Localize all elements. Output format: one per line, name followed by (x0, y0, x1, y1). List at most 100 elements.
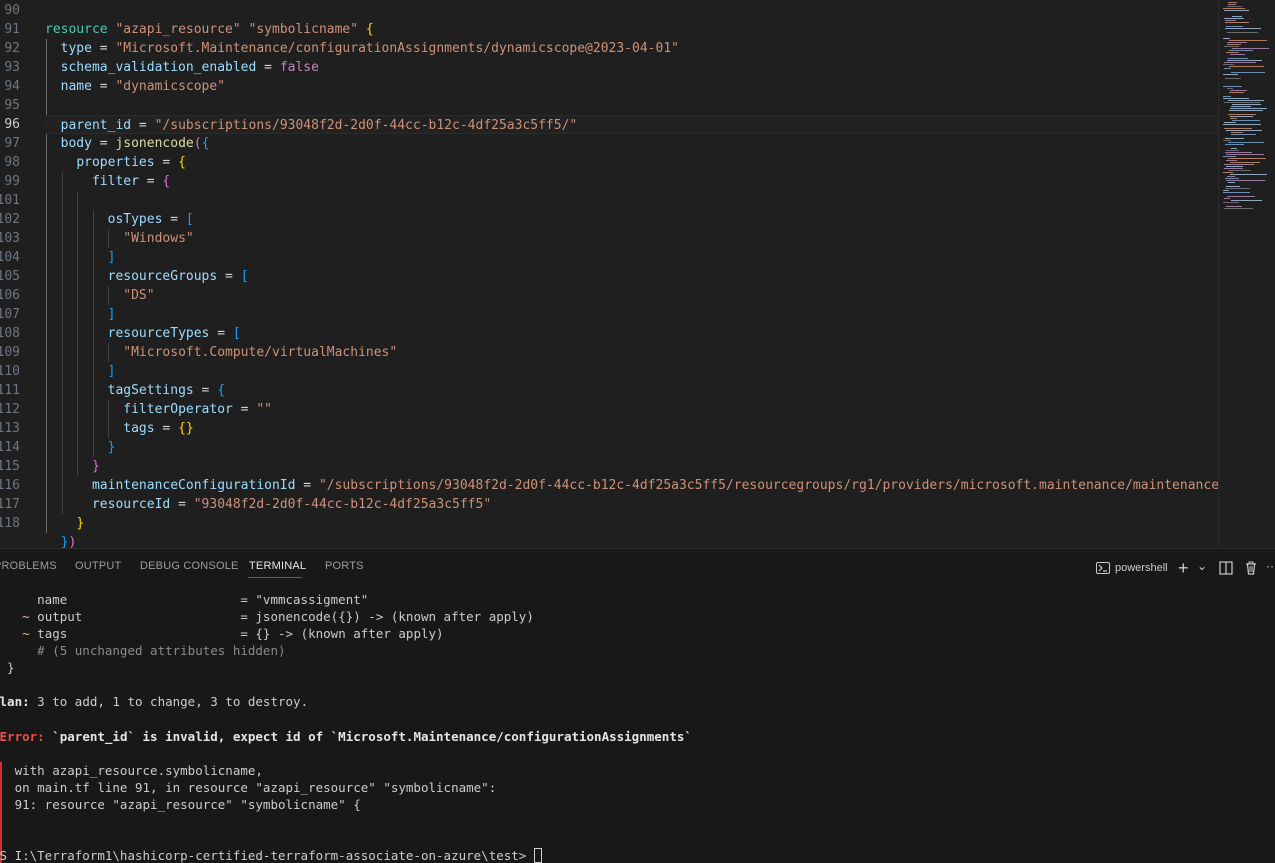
line-number: 94 (4, 79, 20, 94)
line-number: 97 (4, 136, 20, 151)
code-token: } (107, 440, 116, 455)
tab-debug-console[interactable]: DEBUG CONSOLE (140, 560, 239, 572)
minimap-line (1229, 50, 1253, 51)
terminal-profile-button[interactable]: powershell (1096, 556, 1168, 580)
minimap-line (1224, 18, 1244, 19)
terminal-text: `parent_id` is invalid, expect id of `Mi… (44, 729, 692, 744)
code-token: {} (178, 421, 194, 436)
minimap-line (1229, 66, 1264, 67)
code-line[interactable]: tagSettings = { (45, 381, 1220, 400)
code-line[interactable]: tags = {} (45, 419, 1220, 438)
split-icon[interactable] (1219, 556, 1233, 580)
minimap-line (1223, 172, 1233, 173)
code-token: = (91, 79, 116, 94)
minimap-line (1228, 100, 1264, 101)
terminal-line: with azapi_resource.symbolicname, (0, 762, 1267, 779)
terminal-text: PS I:\Terraform1\hashicorp-certified-ter… (0, 848, 534, 863)
terminal-text: 91: resource "azapi_resource" "symbolicn… (0, 797, 361, 812)
line-number: 108 (0, 326, 20, 341)
code-line[interactable]: "Microsoft.Compute/virtualMachines" (45, 343, 1220, 362)
code-token: "/subscriptions/93048f2d-2d0f-44cc-b12c-… (154, 118, 578, 133)
tab-terminal[interactable]: TERMINAL (249, 560, 306, 572)
line-number: 98 (4, 155, 20, 170)
minimap-line (1230, 116, 1253, 117)
tab-output[interactable]: OUTPUT (75, 560, 121, 572)
code-token: "Windows" (123, 231, 194, 246)
terminal-output[interactable]: name = "vmmcassigment" ~ output = jsonen… (0, 591, 1275, 863)
code-token: { (217, 383, 226, 398)
code-token: name (60, 79, 92, 94)
terminal-text: ~ (22, 626, 30, 641)
code-line[interactable]: body = jsonencode({ (45, 134, 1220, 153)
minimap-line (1232, 48, 1269, 49)
minimap-line (1227, 88, 1233, 89)
terminal-text: # (5 unchanged attributes hidden) (0, 643, 286, 658)
code-line[interactable]: schema_validation_enabled = false (45, 58, 1220, 77)
minimap-line (1227, 196, 1255, 197)
code-token: } (76, 516, 85, 531)
terminal-text: Error: (0, 729, 45, 744)
code-token: ] (107, 364, 116, 379)
line-number: 107 (0, 307, 20, 322)
terminal-text: output = jsonencode({}) -> (known after … (29, 609, 534, 624)
code-line[interactable]: ] (45, 305, 1220, 324)
minimap-line (1231, 200, 1262, 201)
code-line[interactable]: "DS" (45, 286, 1220, 305)
code-line[interactable]: parent_id = "/subscriptions/93048f2d-2d0… (45, 115, 1220, 134)
code-line[interactable] (45, 1, 1220, 20)
code-line[interactable] (45, 191, 1220, 210)
code-line[interactable]: filterOperator = "" (45, 400, 1220, 419)
minimap-line (1226, 160, 1237, 161)
code-line[interactable]: resourceId = "93048f2d-2d0f-44cc-b12c-4d… (45, 495, 1220, 514)
code-line[interactable] (45, 96, 1220, 115)
line-number: 112 (0, 402, 20, 417)
minimap-line (1223, 96, 1231, 97)
code-line[interactable]: }) (45, 533, 1220, 548)
code-line[interactable]: osTypes = [ (45, 210, 1220, 229)
code-line[interactable]: resource "azapi_resource" "symbolicname"… (45, 20, 1220, 39)
minimap-line (1227, 6, 1242, 7)
minimap-line (1223, 38, 1230, 39)
tab-problems[interactable]: PROBLEMS (0, 560, 57, 572)
code-line[interactable]: type = "Microsoft.Maintenance/configurat… (45, 39, 1220, 58)
line-number: 118 (0, 516, 20, 531)
tab-ports[interactable]: PORTS (325, 560, 364, 572)
code-line[interactable]: name = "dynamicscope" (45, 77, 1220, 96)
code-line[interactable]: } (45, 457, 1220, 476)
terminal-text: ~ (22, 609, 30, 624)
terminal-line: Error: `parent_id` is invalid, expect id… (0, 728, 1267, 745)
code-line[interactable]: } (45, 514, 1220, 533)
code-line[interactable]: resourceTypes = [ (45, 324, 1220, 343)
line-number: 115 (0, 459, 20, 474)
code-token: { (178, 155, 186, 170)
minimap[interactable] (1218, 0, 1275, 548)
code-token: = (91, 41, 116, 56)
code-line[interactable]: "Windows" (45, 229, 1220, 248)
code-token: [ (232, 326, 241, 341)
trash-icon[interactable] (1244, 556, 1258, 580)
minimap-line (1224, 168, 1243, 169)
code-line[interactable]: ] (45, 362, 1220, 381)
code-token: = (209, 326, 233, 341)
code-editor[interactable]: 90 91 92 93 94 95 96 97 98 99 101 102 103 104 105 106 10… (0, 0, 1275, 548)
more-actions-icon[interactable]: ··· (1266, 554, 1275, 578)
minimap-line (1225, 78, 1241, 79)
code-line[interactable]: filter = { (45, 172, 1220, 191)
code-line[interactable]: } (45, 438, 1220, 457)
minimap-line (1226, 186, 1240, 187)
code-line[interactable]: resourceGroups = [ (45, 267, 1220, 286)
code-area[interactable]: resource "azapi_resource" "symbolicname"… (45, 0, 1220, 548)
new-terminal-button[interactable]: + (1178, 556, 1189, 580)
code-line[interactable]: maintenanceConfigurationId = "/subscript… (45, 476, 1220, 495)
chevron-down-icon[interactable]: ⌄ (1197, 554, 1207, 578)
terminal-text: with azapi_resource.symbolicname, (0, 763, 263, 778)
code-line[interactable]: properties = { (45, 153, 1220, 172)
code-line[interactable]: ] (45, 248, 1220, 267)
code-token: "Microsoft.Compute/virtualMachines" (123, 345, 398, 360)
